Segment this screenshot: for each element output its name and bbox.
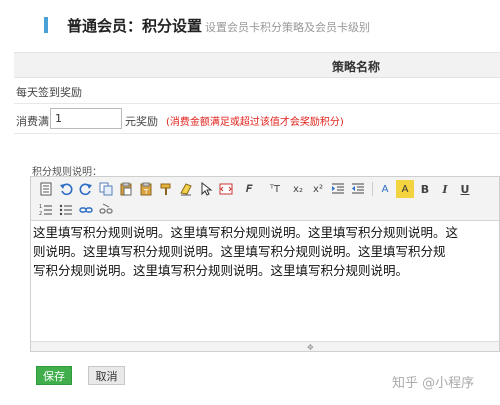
spend-hint-text: (消费金额满足或超过该值才会奖励积分) xyxy=(166,117,344,128)
svg-text:T: T xyxy=(143,188,149,196)
bold-icon[interactable]: B xyxy=(416,180,434,198)
paste-icon[interactable] xyxy=(117,180,135,198)
editor-content-line: 则说明。这里填写积分规则说明。这里填写积分规则说明。这里填写积分规 xyxy=(33,244,446,259)
page-header: 普通会员：积分设置 设置会员卡积分策略及会员卡级别 xyxy=(0,0,500,52)
toolbar-separator xyxy=(372,182,373,196)
font-family-icon[interactable]: 𝑭 xyxy=(237,180,261,198)
table-header: 策略名称 xyxy=(14,52,500,78)
page-subtitle: 设置会员卡积分策略及会员卡级别 xyxy=(205,21,370,34)
editor-content-area[interactable]: 这里填写积分规则说明。这里填写积分规则说明。这里填写积分规则说明。这 则说明。这… xyxy=(33,223,499,280)
outdent-icon[interactable] xyxy=(349,180,367,198)
select-cursor-icon[interactable] xyxy=(197,180,215,198)
svg-text:2: 2 xyxy=(39,211,42,217)
table-row: 消费满 元奖励 (消费金额满足或超过该值才会奖励积分) xyxy=(14,104,500,134)
indent-icon[interactable] xyxy=(329,180,347,198)
font-size-icon[interactable]: ᵀT xyxy=(263,180,287,198)
italic-icon[interactable]: I xyxy=(436,180,454,198)
editor-content-line: 这里填写积分规则说明。这里填写积分规则说明。这里填写积分规则说明。这 xyxy=(33,225,459,240)
resize-grip-icon[interactable]: ✥ xyxy=(307,343,314,352)
undo-icon[interactable] xyxy=(57,180,75,198)
save-button[interactable]: 保存 xyxy=(36,366,72,385)
font-color-icon[interactable]: A xyxy=(376,180,394,198)
background-color-icon[interactable]: A xyxy=(396,180,414,198)
clear-format-icon[interactable] xyxy=(177,180,195,198)
page-title: 普通会员：积分设置 xyxy=(67,17,203,35)
spend-threshold-label: 消费满 xyxy=(16,115,49,128)
underline-icon[interactable]: U xyxy=(456,180,474,198)
points-settings-page: 普通会员：积分设置 设置会员卡积分策略及会员卡级别 策略名称 每天签到奖励 消费… xyxy=(0,0,500,405)
svg-text:1: 1 xyxy=(39,204,42,210)
redo-icon[interactable] xyxy=(77,180,95,198)
editor-resize-bar[interactable]: ✥ xyxy=(31,341,499,352)
daily-checkin-label: 每天签到奖励 xyxy=(16,86,82,99)
fullscreen-icon[interactable] xyxy=(217,180,235,198)
title-accent-bar xyxy=(44,17,48,33)
link-icon[interactable] xyxy=(77,201,95,219)
source-icon[interactable] xyxy=(37,180,55,198)
unlink-icon[interactable] xyxy=(97,201,115,219)
editor-toolbar: T 𝑭 ᵀT x₂ x² A A B I U 1 2 xyxy=(31,177,499,221)
column-header-strategy-name: 策略名称 xyxy=(332,60,381,74)
copy-icon[interactable] xyxy=(97,180,115,198)
table-row: 每天签到奖励 xyxy=(14,78,500,104)
ordered-list-icon[interactable]: 12 xyxy=(37,201,55,219)
spend-unit-label: 元奖励 xyxy=(125,115,158,128)
superscript-icon[interactable]: x² xyxy=(309,180,327,198)
editor-content-line: 写积分规则说明。这里填写积分规则说明。这里填写积分规则说明。 xyxy=(33,263,409,278)
cancel-button[interactable]: 取消 xyxy=(88,366,125,385)
rich-text-editor: T 𝑭 ᵀT x₂ x² A A B I U 1 2 这里填写积分规则说明。这里… xyxy=(30,176,500,352)
spend-threshold-input[interactable] xyxy=(50,108,122,129)
format-painter-icon[interactable] xyxy=(157,180,175,198)
watermark-text: 知乎 @小程序 xyxy=(392,376,475,391)
unordered-list-icon[interactable] xyxy=(57,201,75,219)
paste-text-icon[interactable]: T xyxy=(137,180,155,198)
subscript-icon[interactable]: x₂ xyxy=(289,180,307,198)
